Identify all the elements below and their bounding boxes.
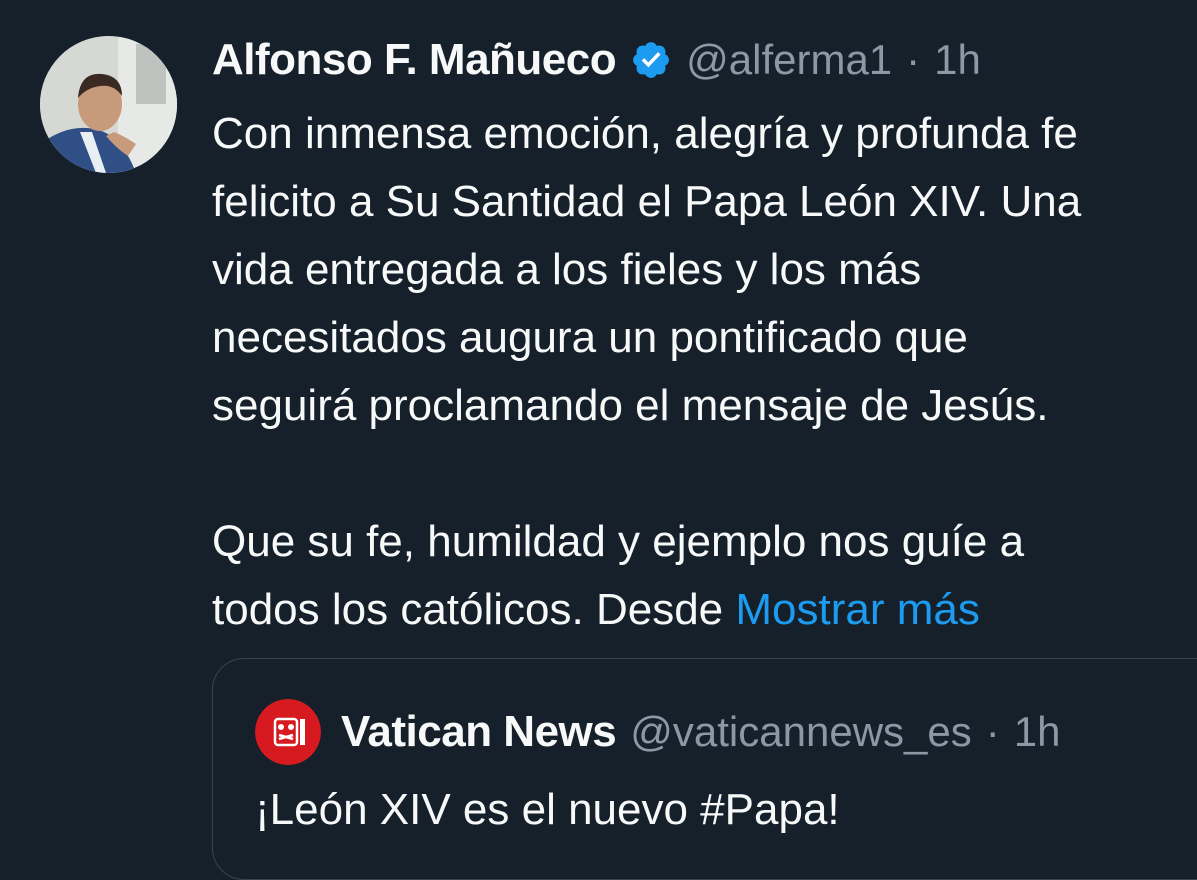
show-more-link[interactable]: Mostrar más bbox=[735, 585, 979, 634]
author-avatar[interactable] bbox=[40, 36, 177, 173]
quoted-tweet-timestamp[interactable]: 1h bbox=[1014, 708, 1061, 756]
verified-badge-icon bbox=[633, 42, 670, 78]
quoted-tweet-text: ¡León XIV es el nuevo #Papa! bbox=[255, 785, 840, 834]
tweet-text: Con inmensa emoción, alegría y profunda … bbox=[212, 100, 1197, 644]
tweet-text-line: seguirá proclamando el mensaje de Jesús. bbox=[212, 381, 1049, 430]
tweet-text-line: Con inmensa emoción, alegría y profunda … bbox=[212, 109, 1078, 158]
quoted-author-handle[interactable]: @vaticannews_es bbox=[630, 708, 971, 756]
author-handle[interactable]: @alferma1 bbox=[686, 36, 892, 84]
separator-dot: · bbox=[985, 708, 1000, 755]
quoted-author-display-name[interactable]: Vatican News bbox=[341, 707, 617, 757]
quoted-tweet[interactable]: Vatican News @vaticannews_es · 1h ¡León … bbox=[212, 658, 1197, 880]
tweet-text-line: felicito a Su Santidad el Papa León XIV.… bbox=[212, 177, 1082, 226]
vatican-news-logo-icon[interactable] bbox=[255, 699, 321, 765]
tweet-text-line: necesitados augura un pontificado que bbox=[212, 313, 968, 362]
tweet-text-fragment: todos los católicos. Desde bbox=[212, 585, 736, 634]
tweet-text-line: Que su fe, humildad y ejemplo nos guíe a bbox=[212, 517, 1025, 566]
tweet-text-line: todos los católicos. Desde Mostrar más bbox=[212, 576, 1197, 644]
tweet[interactable]: Alfonso F. Mañueco @alferma1 · 1h Con in… bbox=[0, 0, 1197, 880]
paragraph-break bbox=[212, 440, 1197, 508]
tweet-header: Alfonso F. Mañueco @alferma1 · 1h bbox=[212, 30, 981, 90]
tweet-text-line: vida entregada a los fieles y los más bbox=[212, 245, 922, 294]
author-display-name[interactable]: Alfonso F. Mañueco bbox=[212, 35, 617, 85]
tweet-timestamp[interactable]: 1h bbox=[934, 36, 981, 84]
quoted-tweet-header: Vatican News @vaticannews_es · 1h bbox=[255, 697, 1060, 767]
separator-dot: · bbox=[906, 36, 921, 83]
person-photo-icon bbox=[40, 36, 177, 173]
